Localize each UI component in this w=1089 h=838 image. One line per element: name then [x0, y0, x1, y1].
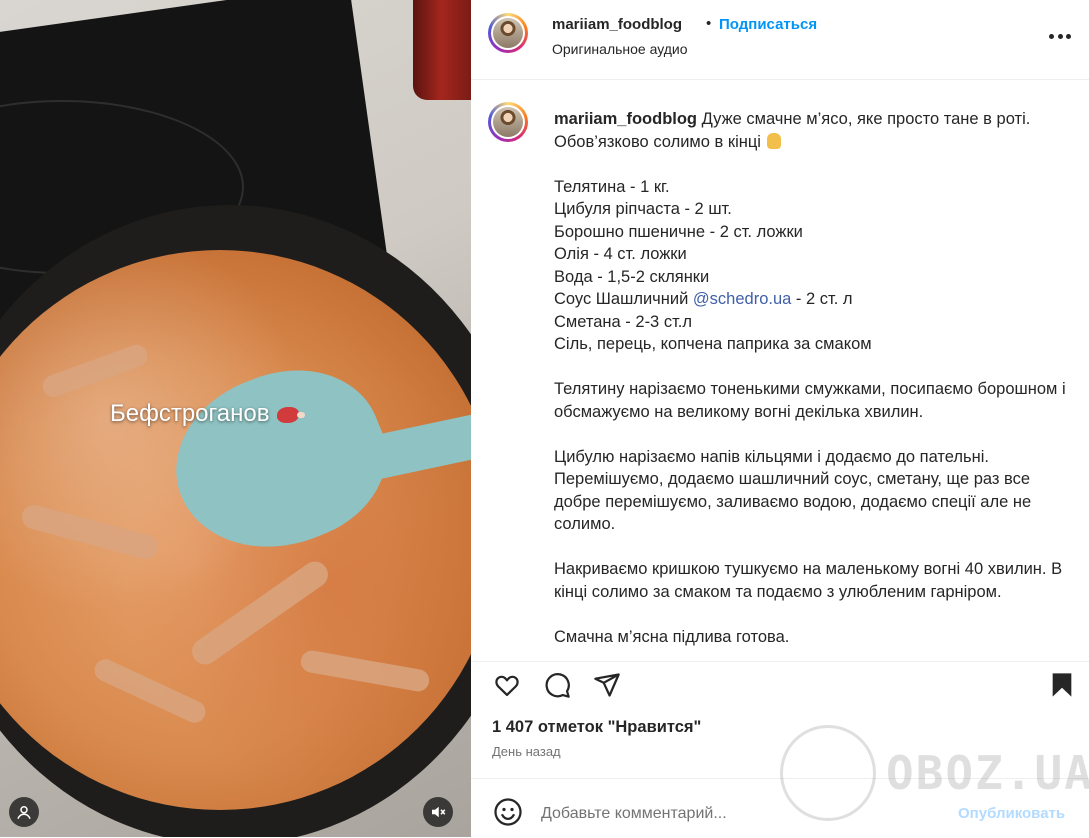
pointing-up-emoji-icon [766, 132, 781, 149]
ingredient-line: Сметана - 2-3 ст.л [554, 312, 693, 331]
author-username[interactable]: mariiam_foodblog [552, 16, 682, 33]
bookmark-icon [1052, 673, 1072, 697]
likes-count[interactable]: 1 407 отметок "Нравится" [492, 718, 701, 737]
user-tag-icon [17, 806, 31, 820]
overlay-title-text: Бефстроганов [110, 400, 270, 427]
globe-logo-icon [780, 725, 876, 821]
caption-author-avatar[interactable] [488, 102, 528, 142]
recipe-step: Накриваємо кришкою тушкуємо на маленьком… [554, 560, 1063, 601]
user-tag-button[interactable] [9, 797, 39, 827]
post-media[interactable]: Бефстроганов [0, 0, 471, 837]
like-button[interactable] [490, 668, 524, 702]
post-timestamp[interactable]: День назад [492, 744, 561, 759]
recipe-step: Смачна м’ясна підлива готова. [554, 627, 790, 646]
ingredient-line: Борошно пшеничне - 2 ст. ложки [554, 222, 803, 241]
recipe-step: Цибулю нарізаємо напів кільцями і додаєм… [554, 447, 1032, 534]
mute-toggle-button[interactable] [423, 797, 453, 827]
watermark-text: OBOZ.UA [886, 746, 1089, 800]
ingredient-line: Олія - 4 ст. ложки [554, 245, 687, 263]
ingredient-line: Сіль, перець, копчена паприка за смаком [554, 335, 872, 353]
video-overlay-title: Бефстроганов [110, 400, 306, 428]
sauce-jar [413, 0, 471, 100]
save-button[interactable] [1045, 668, 1079, 702]
oboz-watermark: OBOZ.UA [780, 725, 1089, 821]
comment-icon [545, 673, 570, 698]
ingredient-line: Вода - 1,5-2 склянки [554, 267, 710, 286]
audio-label[interactable]: Оригинальное аудио [552, 41, 688, 57]
follow-button[interactable]: Подписаться [719, 16, 817, 33]
mention-link[interactable]: @schedro.ua [693, 290, 791, 308]
more-options-icon[interactable] [1049, 34, 1071, 40]
heart-icon [495, 675, 519, 697]
author-avatar[interactable] [488, 13, 528, 53]
post-caption: mariiam_foodblog Дуже смачне м’ясо, яке … [471, 80, 1089, 661]
ingredient-line: Телятина - 1 кг. [554, 177, 670, 196]
separator-dot: • [706, 15, 712, 32]
emoji-picker-icon[interactable] [493, 797, 523, 827]
sauce-suffix: - 2 ст. л [791, 290, 853, 308]
share-button[interactable] [590, 668, 624, 702]
sauce-prefix: Соус Шашличний [554, 290, 693, 308]
caption-username[interactable]: mariiam_foodblog [554, 110, 697, 128]
recipe-step: Телятину нарізаємо тоненькими смужками, … [554, 380, 1066, 421]
share-icon [594, 673, 620, 697]
post-header: mariiam_foodblog • Подписаться Оригиналь… [471, 0, 1089, 80]
muted-audio-icon [432, 806, 446, 818]
ingredient-line: Цибуля ріпчаста - 2 шт. [554, 200, 732, 218]
post-side-panel: mariiam_foodblog • Подписаться Оригиналь… [471, 0, 1089, 837]
comment-button[interactable] [540, 668, 574, 702]
meat-emoji-icon [277, 406, 306, 423]
post-actions-bar [471, 661, 1089, 710]
caption-text: mariiam_foodblog Дуже смачне м’ясо, яке … [554, 108, 1079, 648]
ingredient-line-sauce: Соус Шашличний @schedro.ua - 2 ст. л [554, 288, 1079, 311]
